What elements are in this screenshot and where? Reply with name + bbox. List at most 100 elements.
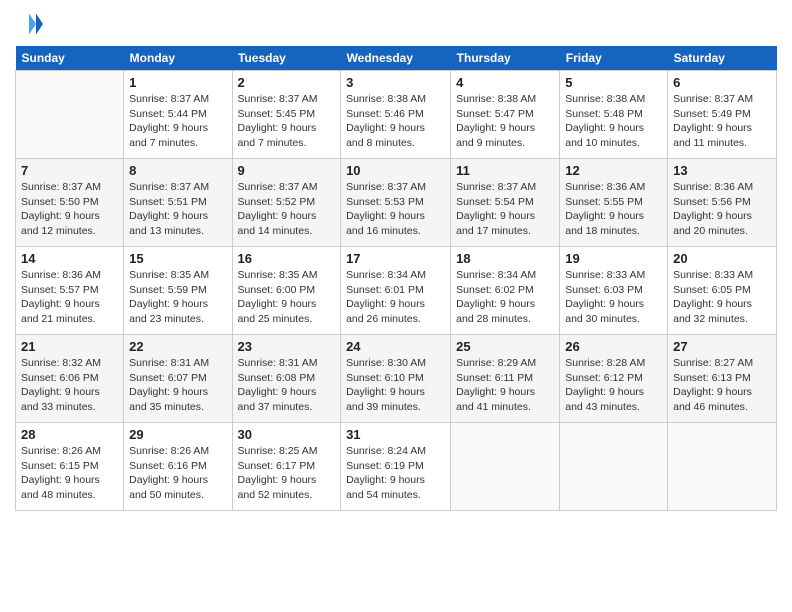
day-info: Sunrise: 8:25 AMSunset: 6:17 PMDaylight:… — [238, 444, 336, 503]
calendar-cell: 19Sunrise: 8:33 AMSunset: 6:03 PMDayligh… — [560, 247, 668, 335]
day-number: 6 — [673, 75, 771, 90]
calendar-cell: 5Sunrise: 8:38 AMSunset: 5:48 PMDaylight… — [560, 71, 668, 159]
calendar-cell: 17 Sunrise: 8:34 AMSunset: 6:01 PMDayligh… — [341, 247, 451, 335]
day-info: Sunrise: 8:37 AMSunset: 5:45 PMDaylight:… — [238, 92, 336, 151]
day-info: Sunrise: 8:37 AMSunset: 5:49 PMDaylight:… — [673, 92, 771, 151]
day-number: 9 — [238, 163, 336, 178]
day-info: Sunrise: 8:26 AMSunset: 6:15 PMDaylight:… — [21, 444, 118, 503]
day-info: Sunrise: 8:35 AMSunset: 6:00 PMDaylight:… — [238, 268, 336, 327]
calendar-cell: 21 Sunrise: 8:32 AMSunset: 6:06 PMDayligh… — [16, 335, 124, 423]
day-info: Sunrise: 8:26 AMSunset: 6:16 PMDaylight:… — [129, 444, 226, 503]
day-info: Sunrise: 8:36 AMSunset: 5:57 PMDaylight:… — [21, 268, 118, 327]
calendar-cell: 2 Sunrise: 8:37 AMSunset: 5:45 PMDaylight… — [232, 71, 341, 159]
calendar-cell: 12 Sunrise: 8:36 AMSunset: 5:55 PMDayligh… — [560, 159, 668, 247]
day-number: 10 — [346, 163, 445, 178]
calendar-cell — [451, 423, 560, 511]
calendar-cell: 11 Sunrise: 8:37 AMSunset: 5:54 PMDayligh… — [451, 159, 560, 247]
calendar-header-thursday: Thursday — [451, 46, 560, 71]
day-number: 14 — [21, 251, 118, 266]
day-number: 12 — [565, 163, 662, 178]
calendar-cell: 29Sunrise: 8:26 AMSunset: 6:16 PMDayligh… — [124, 423, 232, 511]
calendar-cell: 7Sunrise: 8:37 AMSunset: 5:50 PMDaylight… — [16, 159, 124, 247]
day-number: 13 — [673, 163, 771, 178]
day-number: 18 — [456, 251, 554, 266]
day-number: 30 — [238, 427, 336, 442]
page-container: SundayMondayTuesdayWednesdayThursdayFrid… — [0, 0, 792, 521]
day-number: 2 — [238, 75, 336, 90]
day-number: 23 — [238, 339, 336, 354]
calendar-cell: 9 Sunrise: 8:37 AMSunset: 5:52 PMDaylight… — [232, 159, 341, 247]
day-number: 20 — [673, 251, 771, 266]
calendar-cell: 1 Sunrise: 8:37 AMSunset: 5:44 PMDaylight… — [124, 71, 232, 159]
day-info: Sunrise: 8:37 AMSunset: 5:44 PMDaylight:… — [129, 92, 226, 151]
day-info: Sunrise: 8:38 AMSunset: 5:48 PMDaylight:… — [565, 92, 662, 151]
day-info: Sunrise: 8:37 AMSunset: 5:54 PMDaylight:… — [456, 180, 554, 239]
day-number: 25 — [456, 339, 554, 354]
day-info: Sunrise: 8:31 AMSunset: 6:08 PMDaylight:… — [238, 356, 336, 415]
day-info: Sunrise: 8:36 AMSunset: 5:55 PMDaylight:… — [565, 180, 662, 239]
calendar-week-4: 21 Sunrise: 8:32 AMSunset: 6:06 PMDayligh… — [16, 335, 777, 423]
day-number: 11 — [456, 163, 554, 178]
day-number: 22 — [129, 339, 226, 354]
calendar-cell: 22 Sunrise: 8:31 AMSunset: 6:07 PMDayligh… — [124, 335, 232, 423]
calendar-cell: 18 Sunrise: 8:34 AMSunset: 6:02 PMDayligh… — [451, 247, 560, 335]
calendar-cell: 4 Sunrise: 8:38 AMSunset: 5:47 PMDaylight… — [451, 71, 560, 159]
day-info: Sunrise: 8:35 AMSunset: 5:59 PMDaylight:… — [129, 268, 226, 327]
day-info: Sunrise: 8:34 AMSunset: 6:02 PMDaylight:… — [456, 268, 554, 327]
calendar-cell: 14 Sunrise: 8:36 AMSunset: 5:57 PMDayligh… — [16, 247, 124, 335]
day-info: Sunrise: 8:37 AMSunset: 5:53 PMDaylight:… — [346, 180, 445, 239]
day-number: 17 — [346, 251, 445, 266]
calendar-week-3: 14 Sunrise: 8:36 AMSunset: 5:57 PMDayligh… — [16, 247, 777, 335]
calendar-cell: 13Sunrise: 8:36 AMSunset: 5:56 PMDayligh… — [668, 159, 777, 247]
calendar-week-5: 28 Sunrise: 8:26 AMSunset: 6:15 PMDayligh… — [16, 423, 777, 511]
calendar-cell: 25 Sunrise: 8:29 AMSunset: 6:11 PMDayligh… — [451, 335, 560, 423]
calendar-cell — [668, 423, 777, 511]
day-number: 4 — [456, 75, 554, 90]
calendar-cell: 28 Sunrise: 8:26 AMSunset: 6:15 PMDayligh… — [16, 423, 124, 511]
day-info: Sunrise: 8:37 AMSunset: 5:51 PMDaylight:… — [129, 180, 226, 239]
day-info: Sunrise: 8:34 AMSunset: 6:01 PMDaylight:… — [346, 268, 445, 327]
day-number: 31 — [346, 427, 445, 442]
day-info: Sunrise: 8:33 AMSunset: 6:05 PMDaylight:… — [673, 268, 771, 327]
calendar-cell: 27Sunrise: 8:27 AMSunset: 6:13 PMDayligh… — [668, 335, 777, 423]
day-number: 28 — [21, 427, 118, 442]
day-info: Sunrise: 8:32 AMSunset: 6:06 PMDaylight:… — [21, 356, 118, 415]
day-info: Sunrise: 8:31 AMSunset: 6:07 PMDaylight:… — [129, 356, 226, 415]
day-info: Sunrise: 8:29 AMSunset: 6:11 PMDaylight:… — [456, 356, 554, 415]
calendar-cell: 31Sunrise: 8:24 AMSunset: 6:19 PMDayligh… — [341, 423, 451, 511]
calendar-cell: 26 Sunrise: 8:28 AMSunset: 6:12 PMDayligh… — [560, 335, 668, 423]
calendar-cell: 23 Sunrise: 8:31 AMSunset: 6:08 PMDayligh… — [232, 335, 341, 423]
calendar-header-friday: Friday — [560, 46, 668, 71]
calendar-header-sunday: Sunday — [16, 46, 124, 71]
calendar-header-monday: Monday — [124, 46, 232, 71]
day-number: 16 — [238, 251, 336, 266]
day-number: 21 — [21, 339, 118, 354]
logo-icon — [15, 10, 43, 38]
calendar-cell: 3Sunrise: 8:38 AMSunset: 5:46 PMDaylight… — [341, 71, 451, 159]
logo — [15, 10, 47, 38]
day-number: 19 — [565, 251, 662, 266]
day-number: 1 — [129, 75, 226, 90]
calendar-cell: 24Sunrise: 8:30 AMSunset: 6:10 PMDayligh… — [341, 335, 451, 423]
day-info: Sunrise: 8:28 AMSunset: 6:12 PMDaylight:… — [565, 356, 662, 415]
calendar-cell — [16, 71, 124, 159]
calendar-header-wednesday: Wednesday — [341, 46, 451, 71]
calendar-header-row: SundayMondayTuesdayWednesdayThursdayFrid… — [16, 46, 777, 71]
calendar-cell: 16 Sunrise: 8:35 AMSunset: 6:00 PMDayligh… — [232, 247, 341, 335]
day-number: 8 — [129, 163, 226, 178]
day-info: Sunrise: 8:38 AMSunset: 5:47 PMDaylight:… — [456, 92, 554, 151]
calendar-header-tuesday: Tuesday — [232, 46, 341, 71]
day-number: 15 — [129, 251, 226, 266]
day-info: Sunrise: 8:37 AMSunset: 5:50 PMDaylight:… — [21, 180, 118, 239]
calendar-cell: 30 Sunrise: 8:25 AMSunset: 6:17 PMDayligh… — [232, 423, 341, 511]
calendar-cell: 6 Sunrise: 8:37 AMSunset: 5:49 PMDaylight… — [668, 71, 777, 159]
calendar-cell: 8 Sunrise: 8:37 AMSunset: 5:51 PMDaylight… — [124, 159, 232, 247]
day-info: Sunrise: 8:37 AMSunset: 5:52 PMDaylight:… — [238, 180, 336, 239]
day-number: 26 — [565, 339, 662, 354]
calendar-table: SundayMondayTuesdayWednesdayThursdayFrid… — [15, 46, 777, 511]
calendar-cell — [560, 423, 668, 511]
calendar-cell: 10 Sunrise: 8:37 AMSunset: 5:53 PMDayligh… — [341, 159, 451, 247]
header — [15, 10, 777, 38]
day-number: 3 — [346, 75, 445, 90]
calendar-week-2: 7Sunrise: 8:37 AMSunset: 5:50 PMDaylight… — [16, 159, 777, 247]
